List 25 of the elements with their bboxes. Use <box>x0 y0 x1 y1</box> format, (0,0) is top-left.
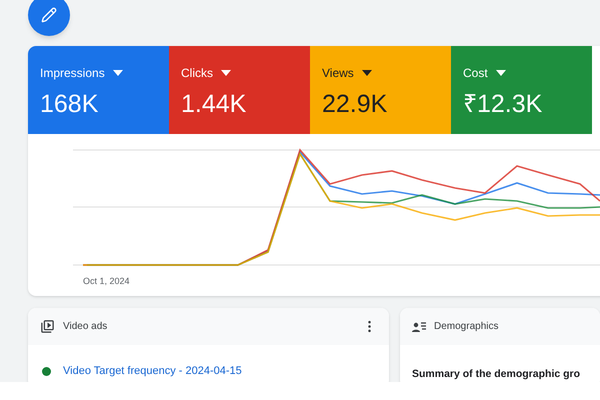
caret-icon <box>496 70 506 76</box>
metric-tile[interactable]: Clicks 1.44K <box>169 46 310 134</box>
pencil-icon <box>41 7 57 23</box>
campaign-link[interactable]: Video Target frequency - 2024-04-15 <box>63 363 242 380</box>
card-title: Video ads <box>63 320 108 334</box>
metric-value: ₹12.3K <box>463 92 544 117</box>
person-list-icon <box>412 320 426 332</box>
edit-button[interactable] <box>28 0 70 36</box>
axis-label: Oct 1, 2024 <box>83 276 130 286</box>
caret-icon <box>362 70 372 76</box>
video-library-icon <box>40 319 55 334</box>
metric-label: Clicks <box>181 65 213 82</box>
metric-tile[interactable]: Views 22.9K <box>310 46 451 134</box>
caret-icon <box>112 70 123 76</box>
summary-text: Summary of the demographic gro <box>412 368 580 380</box>
metric-value: 1.44K <box>181 92 248 117</box>
metric-value: 168K <box>40 92 100 117</box>
metric-label: Impressions <box>40 65 105 82</box>
caret-icon <box>221 70 231 76</box>
metric-value: 22.9K <box>322 92 388 117</box>
metric-label: Cost <box>463 65 488 82</box>
metric-label: Views <box>322 65 354 82</box>
metric-tile[interactable]: Cost ₹12.3K <box>451 46 592 134</box>
metric-tile[interactable]: Impressions 168K <box>28 46 169 134</box>
card-title: Demographics <box>434 320 498 334</box>
